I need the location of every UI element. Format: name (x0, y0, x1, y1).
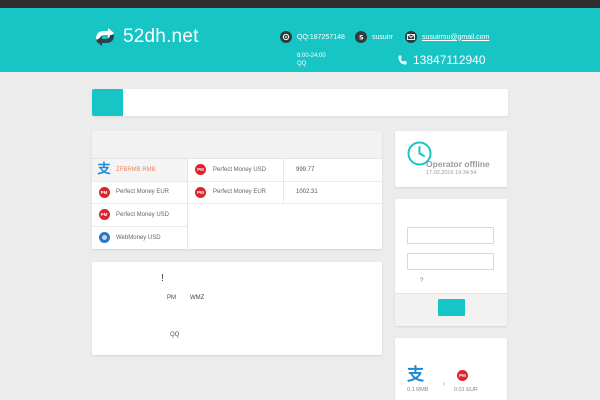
svg-text:S: S (359, 34, 364, 42)
get-item-label: Perfect Money EUR (213, 189, 267, 196)
give-item-label: WebMoney USD (116, 234, 161, 241)
skype-contact[interactable]: S susuirr (355, 31, 393, 43)
mail-icon (405, 31, 417, 43)
login-panel: ? (395, 199, 507, 326)
exchange-panel-header (92, 131, 382, 159)
notice-accent (92, 89, 123, 116)
rate-from-value: 0.1 RMB (407, 387, 429, 393)
top-strip (0, 0, 600, 8)
give-currency-list: 支 ZFBRMB RMB PM Perfect Money EUR PM Per… (92, 159, 188, 249)
get-item-pm-usd[interactable]: PM Perfect Money USD 999.77 (188, 159, 382, 182)
pm-label: PM (167, 295, 176, 301)
column-divider (283, 159, 284, 182)
login-field[interactable] (407, 227, 494, 244)
give-item-label: Perfect Money EUR (116, 189, 170, 196)
give-item-zfbrmb[interactable]: 支 ZFBRMB RMB (92, 159, 187, 182)
phone-contact[interactable]: 13847112940 (398, 53, 486, 67)
site-logo[interactable]: 52dh.net (92, 26, 199, 48)
reserve-amount: 999.77 (296, 166, 315, 173)
qq-contact[interactable]: QQ:187257148 (280, 31, 345, 43)
password-field[interactable] (407, 253, 494, 270)
site-name: 52dh.net (123, 26, 199, 47)
give-item-label: Perfect Money USD (116, 211, 170, 218)
qq-label: QQ (170, 332, 180, 338)
reserve-amount: 1002.31 (296, 189, 318, 196)
skype-name: susuirr (372, 33, 394, 41)
operator-status-panel: Operator offline 17.02.2016 19:34:54 (395, 131, 507, 187)
get-item-pm-eur[interactable]: PM Perfect Money EUR 1002.31 (188, 181, 382, 204)
rate-to-value: 0.01 EUR (454, 387, 478, 393)
get-item-label: Perfect Money USD (213, 166, 267, 173)
qq-number: QQ:187257148 (297, 33, 345, 41)
hours-range: 8:00-24:00 (297, 53, 326, 59)
give-item-pm-usd[interactable]: PM Perfect Money USD (92, 204, 187, 227)
working-hours: 8:00-24:00 QQ (297, 52, 326, 68)
webmoney-icon (98, 232, 110, 244)
operator-timestamp: 17.02.2016 19:34:54 (426, 170, 477, 176)
phone-icon (398, 55, 407, 65)
qq-icon (280, 31, 292, 43)
alipay-icon: 支 (97, 162, 111, 178)
get-currency-list: PM Perfect Money USD 999.77 PM Perfect M… (188, 159, 382, 204)
email-contact[interactable]: susuirrsu@gmail.com (405, 31, 489, 43)
warning-mark: ! (161, 273, 164, 284)
skype-icon: S (355, 31, 367, 43)
pm-icon: PM (98, 209, 110, 221)
forgot-password-link[interactable]: ? (420, 278, 423, 284)
give-item-wm-usd[interactable]: WebMoney USD (92, 227, 187, 250)
exchange-panel: 支 ZFBRMB RMB PM Perfect Money EUR PM Per… (92, 131, 382, 249)
pm-icon: PM (98, 186, 110, 198)
exchange-calculator-panel: ! PM WMZ QQ (92, 262, 382, 355)
alipay-icon: 支 (407, 365, 424, 385)
wmz-label: WMZ (190, 295, 205, 301)
email-link[interactable]: susuirrsu@gmail.com (422, 34, 489, 41)
pm-icon: PM (195, 164, 206, 176)
chevron-right-icon: › (443, 381, 446, 388)
notice-bar (92, 89, 508, 116)
login-button[interactable] (438, 299, 465, 316)
phone-number: 13847112940 (413, 53, 486, 67)
operator-status: Operator offline (426, 159, 490, 169)
column-divider (283, 181, 284, 204)
give-item-label: ZFBRMB RMB (116, 166, 156, 173)
hours-sub: QQ (297, 61, 307, 67)
exchange-rate-panel: 支 › PM 0.1 RMB 0.01 EUR (395, 338, 507, 400)
pm-icon: PM (195, 186, 206, 198)
give-item-pm-eur[interactable]: PM Perfect Money EUR (92, 182, 187, 204)
site-header: 52dh.net QQ:187257148 S susuirr susuirrs… (0, 8, 600, 72)
pm-icon: PM (457, 370, 468, 381)
logo-exchange-icon (96, 28, 114, 46)
